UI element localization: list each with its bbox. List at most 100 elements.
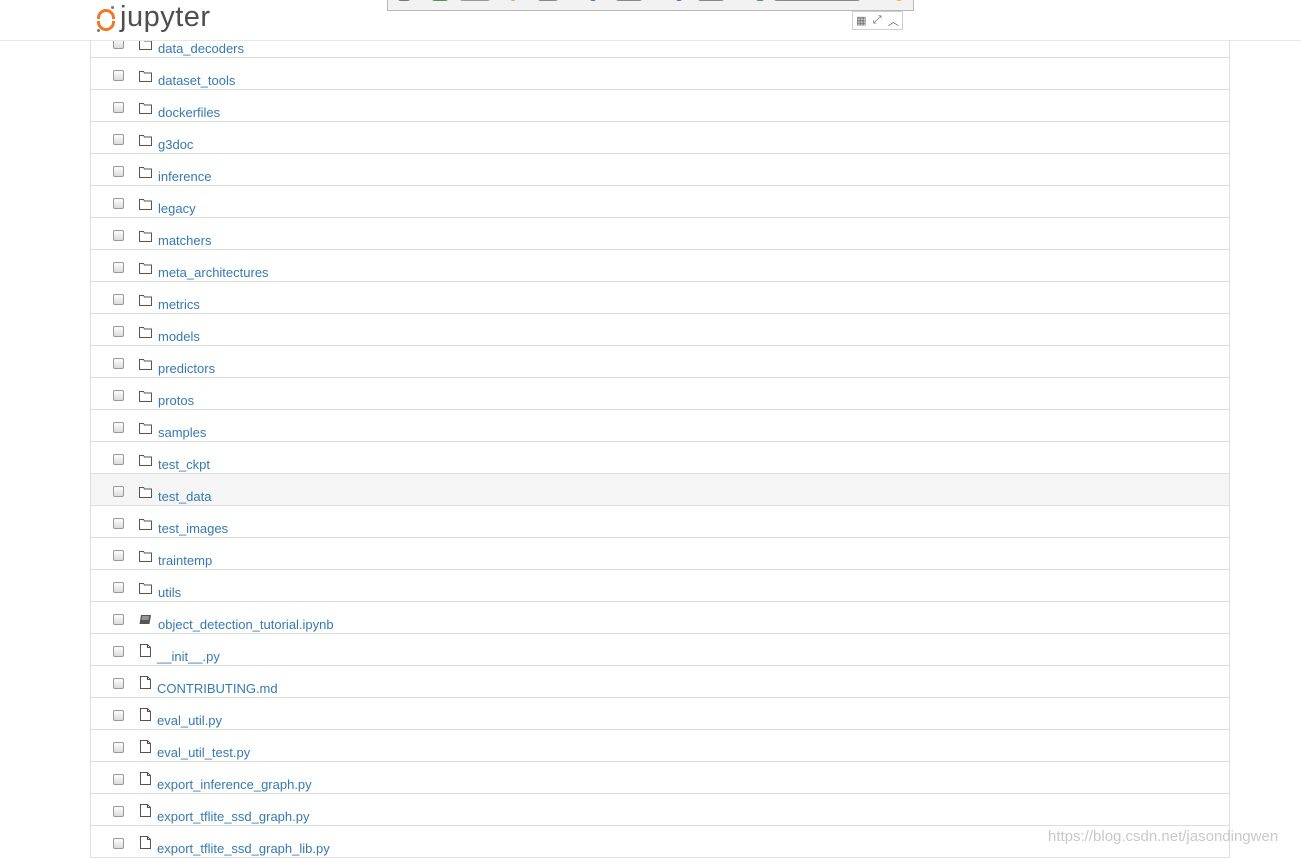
file-icon [140, 772, 153, 785]
item-checkbox[interactable] [113, 582, 124, 593]
mini-toolbar[interactable]: ▦ ⤢ ︿ [852, 11, 903, 30]
item-checkbox[interactable] [113, 678, 124, 689]
item-name-link[interactable]: samples [158, 425, 206, 440]
notebook-icon [139, 614, 152, 626]
jupyter-logo-icon [96, 5, 116, 33]
item-checkbox[interactable] [113, 230, 124, 241]
item-name-link[interactable]: test_images [158, 521, 228, 536]
item-checkbox[interactable] [113, 550, 124, 561]
list-item[interactable]: traintemp [91, 538, 1229, 570]
item-checkbox[interactable] [113, 422, 124, 433]
floating-browser-toolbar[interactable] [387, 0, 914, 11]
jupyter-logo[interactable]: jupyter [96, 0, 211, 36]
logo-text: jupyter [120, 0, 211, 33]
item-name-link[interactable]: test_ckpt [158, 457, 210, 472]
folder-icon [139, 166, 152, 178]
item-checkbox[interactable] [113, 806, 124, 817]
folder-icon [139, 294, 152, 306]
list-item[interactable]: export_tflite_ssd_graph.py [91, 794, 1229, 826]
item-name-link[interactable]: matchers [158, 233, 211, 248]
folder-icon [139, 230, 152, 242]
item-name-link[interactable]: __init__.py [157, 649, 220, 664]
item-checkbox[interactable] [113, 326, 124, 337]
item-name-link[interactable]: models [158, 329, 200, 344]
folder-icon [139, 134, 152, 146]
item-name-link[interactable]: eval_util.py [157, 713, 222, 728]
item-checkbox[interactable] [113, 198, 124, 209]
folder-icon [139, 422, 152, 434]
list-item[interactable]: test_data [91, 474, 1229, 506]
item-checkbox[interactable] [113, 838, 124, 849]
item-name-link[interactable]: object_detection_tutorial.ipynb [158, 617, 334, 632]
item-name-link[interactable]: dockerfiles [158, 105, 220, 120]
item-name-link[interactable]: test_data [158, 489, 212, 504]
folder-icon [139, 326, 152, 338]
list-item[interactable]: inference [91, 154, 1229, 186]
item-name-link[interactable]: predictors [158, 361, 215, 376]
item-name-link[interactable]: inference [158, 169, 211, 184]
item-name-link[interactable]: dataset_tools [158, 73, 235, 88]
item-name-link[interactable]: g3doc [158, 137, 193, 152]
folder-icon [139, 70, 152, 82]
item-checkbox[interactable] [113, 134, 124, 145]
item-checkbox[interactable] [113, 646, 124, 657]
item-checkbox[interactable] [113, 294, 124, 305]
chevron-up-icon[interactable]: ︿ [888, 13, 899, 29]
list-item[interactable]: matchers [91, 218, 1229, 250]
list-item[interactable]: export_inference_graph.py [91, 762, 1229, 794]
item-name-link[interactable]: eval_util_test.py [157, 745, 250, 760]
list-item[interactable]: test_ckpt [91, 442, 1229, 474]
item-name-link[interactable]: protos [158, 393, 194, 408]
list-item[interactable]: protos [91, 378, 1229, 410]
item-checkbox[interactable] [113, 614, 124, 625]
list-item[interactable]: test_images [91, 506, 1229, 538]
item-checkbox[interactable] [113, 774, 124, 785]
item-checkbox[interactable] [113, 518, 124, 529]
file-icon [140, 740, 153, 753]
item-name-link[interactable]: export_tflite_ssd_graph.py [157, 809, 309, 824]
item-checkbox[interactable] [113, 358, 124, 369]
list-item[interactable]: object_detection_tutorial.ipynb [91, 602, 1229, 634]
item-name-link[interactable]: export_inference_graph.py [157, 777, 312, 792]
folder-icon [139, 358, 152, 370]
expand-icon[interactable]: ⤢ [873, 14, 882, 27]
list-item[interactable]: samples [91, 410, 1229, 442]
item-name-link[interactable]: data_decoders [158, 41, 244, 56]
list-item[interactable]: utils [91, 570, 1229, 602]
list-item[interactable]: eval_util.py [91, 698, 1229, 730]
item-checkbox[interactable] [113, 102, 124, 113]
list-item[interactable]: meta_architectures [91, 250, 1229, 282]
list-item[interactable]: g3doc [91, 122, 1229, 154]
folder-icon [139, 454, 152, 466]
item-name-link[interactable]: metrics [158, 297, 200, 312]
list-item[interactable]: dataset_tools [91, 58, 1229, 90]
folder-icon [139, 518, 152, 530]
item-checkbox[interactable] [113, 262, 124, 273]
item-name-link[interactable]: CONTRIBUTING.md [157, 681, 278, 696]
file-icon [140, 804, 153, 817]
list-item[interactable]: models [91, 314, 1229, 346]
item-checkbox[interactable] [113, 486, 124, 497]
item-checkbox[interactable] [113, 166, 124, 177]
grid-icon[interactable]: ▦ [856, 14, 866, 27]
item-name-link[interactable]: traintemp [158, 553, 212, 568]
file-icon [140, 836, 153, 849]
item-name-link[interactable]: legacy [158, 201, 196, 216]
item-name-link[interactable]: utils [158, 585, 181, 600]
folder-icon [139, 198, 152, 210]
list-item[interactable]: CONTRIBUTING.md [91, 666, 1229, 698]
item-checkbox[interactable] [113, 390, 124, 401]
item-name-link[interactable]: export_tflite_ssd_graph_lib.py [157, 841, 330, 856]
item-checkbox[interactable] [113, 742, 124, 753]
list-item[interactable]: metrics [91, 282, 1229, 314]
list-item[interactable]: __init__.py [91, 634, 1229, 666]
item-checkbox[interactable] [113, 710, 124, 721]
list-item[interactable]: eval_util_test.py [91, 730, 1229, 762]
item-checkbox[interactable] [113, 70, 124, 81]
item-checkbox[interactable] [113, 454, 124, 465]
list-item[interactable]: legacy [91, 186, 1229, 218]
list-item[interactable]: predictors [91, 346, 1229, 378]
list-item[interactable]: dockerfiles [91, 90, 1229, 122]
item-name-link[interactable]: meta_architectures [158, 265, 269, 280]
file-list: data_decoders dataset_tools dockerfiles g3d… [90, 26, 1230, 858]
